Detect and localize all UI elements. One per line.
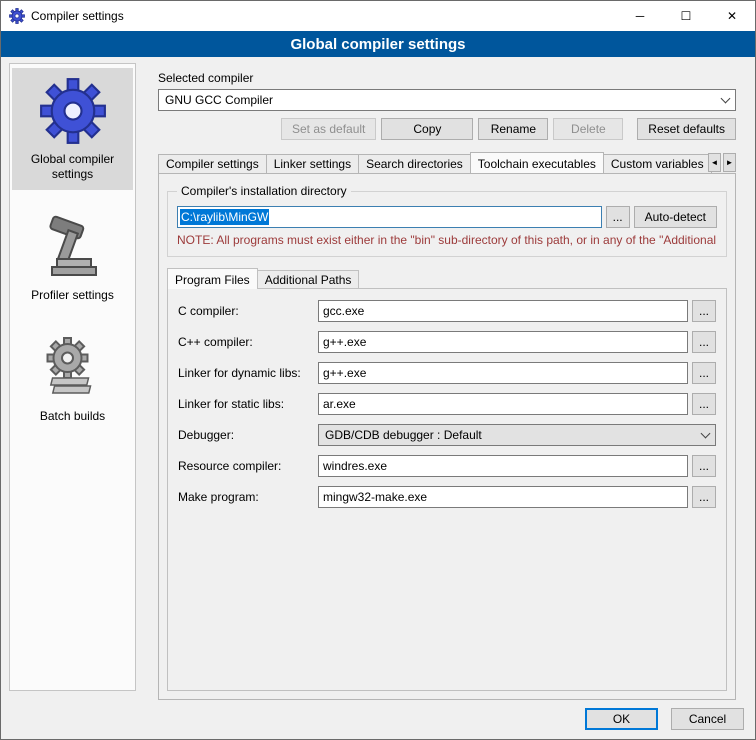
main-content: Selected compiler GNU GCC Compiler Set a…: [146, 63, 749, 700]
titlebar: Compiler settings ─ ☐ ✕: [1, 1, 755, 31]
cpp-compiler-browse-button[interactable]: ...: [692, 331, 716, 353]
tab-custom-variables[interactable]: Custom variables: [603, 154, 712, 173]
linker-dynamic-browse-button[interactable]: ...: [692, 362, 716, 384]
close-button[interactable]: ✕: [709, 1, 755, 31]
install-dir-input[interactable]: C:\raylib\MinGW: [177, 206, 602, 228]
maximize-button[interactable]: ☐: [663, 1, 709, 31]
installation-directory-label: Compiler's installation directory: [177, 184, 351, 198]
compiler-settings-window: Compiler settings ─ ☐ ✕ Global compiler …: [0, 0, 756, 740]
reset-defaults-button[interactable]: Reset defaults: [637, 118, 736, 140]
c-compiler-browse-button[interactable]: ...: [692, 300, 716, 322]
app-gear-icon: [9, 8, 25, 24]
dialog-header: Global compiler settings: [1, 31, 755, 57]
cpp-compiler-input[interactable]: [318, 331, 688, 353]
installation-directory-group: Compiler's installation directory C:\ray…: [167, 184, 727, 257]
linker-dynamic-input[interactable]: [318, 362, 688, 384]
chevron-down-icon: [721, 94, 731, 104]
sidebar-item-batch-builds[interactable]: Batch builds: [12, 325, 133, 432]
toolchain-panel: Compiler's installation directory C:\ray…: [158, 173, 736, 700]
install-dir-browse-button[interactable]: ...: [606, 206, 630, 228]
install-dir-note: NOTE: All programs must exist either in …: [177, 233, 717, 247]
subtab-program-files[interactable]: Program Files: [167, 268, 258, 289]
minimize-button[interactable]: ─: [617, 1, 663, 31]
delete-button[interactable]: Delete: [553, 118, 623, 140]
settings-tabbar: Compiler settings Linker settings Search…: [158, 151, 736, 173]
chevron-down-icon: [701, 429, 711, 439]
make-program-input[interactable]: [318, 486, 688, 508]
sidebar-item-global-compiler-settings[interactable]: Global compiler settings: [12, 68, 133, 190]
sidebar-item-profiler-settings[interactable]: Profiler settings: [12, 204, 133, 311]
sidebar-item-label: Profiler settings: [31, 288, 114, 303]
tab-linker-settings[interactable]: Linker settings: [266, 154, 359, 173]
cancel-button[interactable]: Cancel: [671, 708, 744, 730]
rename-button[interactable]: Rename: [478, 118, 548, 140]
subtab-additional-paths[interactable]: Additional Paths: [257, 270, 360, 288]
linker-static-label: Linker for static libs:: [178, 397, 314, 411]
tab-scroll-right-icon[interactable]: ►: [723, 153, 736, 172]
tab-scroll-left-icon[interactable]: ◄: [708, 153, 721, 172]
resource-compiler-label: Resource compiler:: [178, 459, 314, 473]
make-program-browse-button[interactable]: ...: [692, 486, 716, 508]
set-as-default-button[interactable]: Set as default: [281, 118, 376, 140]
resource-compiler-input[interactable]: [318, 455, 688, 477]
install-dir-value: C:\raylib\MinGW: [180, 209, 269, 225]
copy-button[interactable]: Copy: [381, 118, 473, 140]
settings-category-list: Global compiler settings Profiler settin…: [9, 63, 136, 691]
tab-scroll-buttons: ◄ ►: [708, 153, 736, 172]
tab-toolchain-executables[interactable]: Toolchain executables: [470, 152, 604, 173]
linker-static-browse-button[interactable]: ...: [692, 393, 716, 415]
tab-compiler-settings[interactable]: Compiler settings: [158, 154, 267, 173]
program-subtabs: Program Files Additional Paths: [167, 267, 727, 288]
gear-gray-icon: [38, 333, 108, 403]
linker-static-input[interactable]: [318, 393, 688, 415]
make-program-label: Make program:: [178, 490, 314, 504]
ok-button[interactable]: OK: [585, 708, 658, 730]
debugger-value: GDB/CDB debugger : Default: [325, 428, 702, 442]
linker-dynamic-label: Linker for dynamic libs:: [178, 366, 314, 380]
debugger-select[interactable]: GDB/CDB debugger : Default: [318, 424, 716, 446]
c-compiler-input[interactable]: [318, 300, 688, 322]
selected-compiler-dropdown[interactable]: GNU GCC Compiler: [158, 89, 736, 111]
cpp-compiler-label: C++ compiler:: [178, 335, 314, 349]
c-compiler-label: C compiler:: [178, 304, 314, 318]
sidebar-item-label: Global compiler settings: [16, 152, 129, 182]
resource-compiler-browse-button[interactable]: ...: [692, 455, 716, 477]
debugger-label: Debugger:: [178, 428, 314, 442]
profiler-tool-icon: [38, 212, 108, 282]
dialog-footer: OK Cancel: [585, 708, 744, 730]
sidebar-item-label: Batch builds: [40, 409, 105, 424]
selected-compiler-value: GNU GCC Compiler: [165, 93, 722, 107]
program-files-panel: C compiler: ... C++ compiler: ... Linker…: [167, 288, 727, 691]
compiler-actions: Set as default Copy Rename Delete Reset …: [158, 118, 736, 140]
selected-compiler-label: Selected compiler: [158, 71, 736, 85]
auto-detect-button[interactable]: Auto-detect: [634, 206, 717, 228]
tab-search-directories[interactable]: Search directories: [358, 154, 471, 173]
window-title: Compiler settings: [31, 9, 124, 23]
program-fields: C compiler: ... C++ compiler: ... Linker…: [178, 300, 716, 508]
gear-blue-icon: [38, 76, 108, 146]
caption-buttons: ─ ☐ ✕: [617, 1, 755, 31]
installation-directory-row: C:\raylib\MinGW ... Auto-detect: [177, 206, 717, 228]
